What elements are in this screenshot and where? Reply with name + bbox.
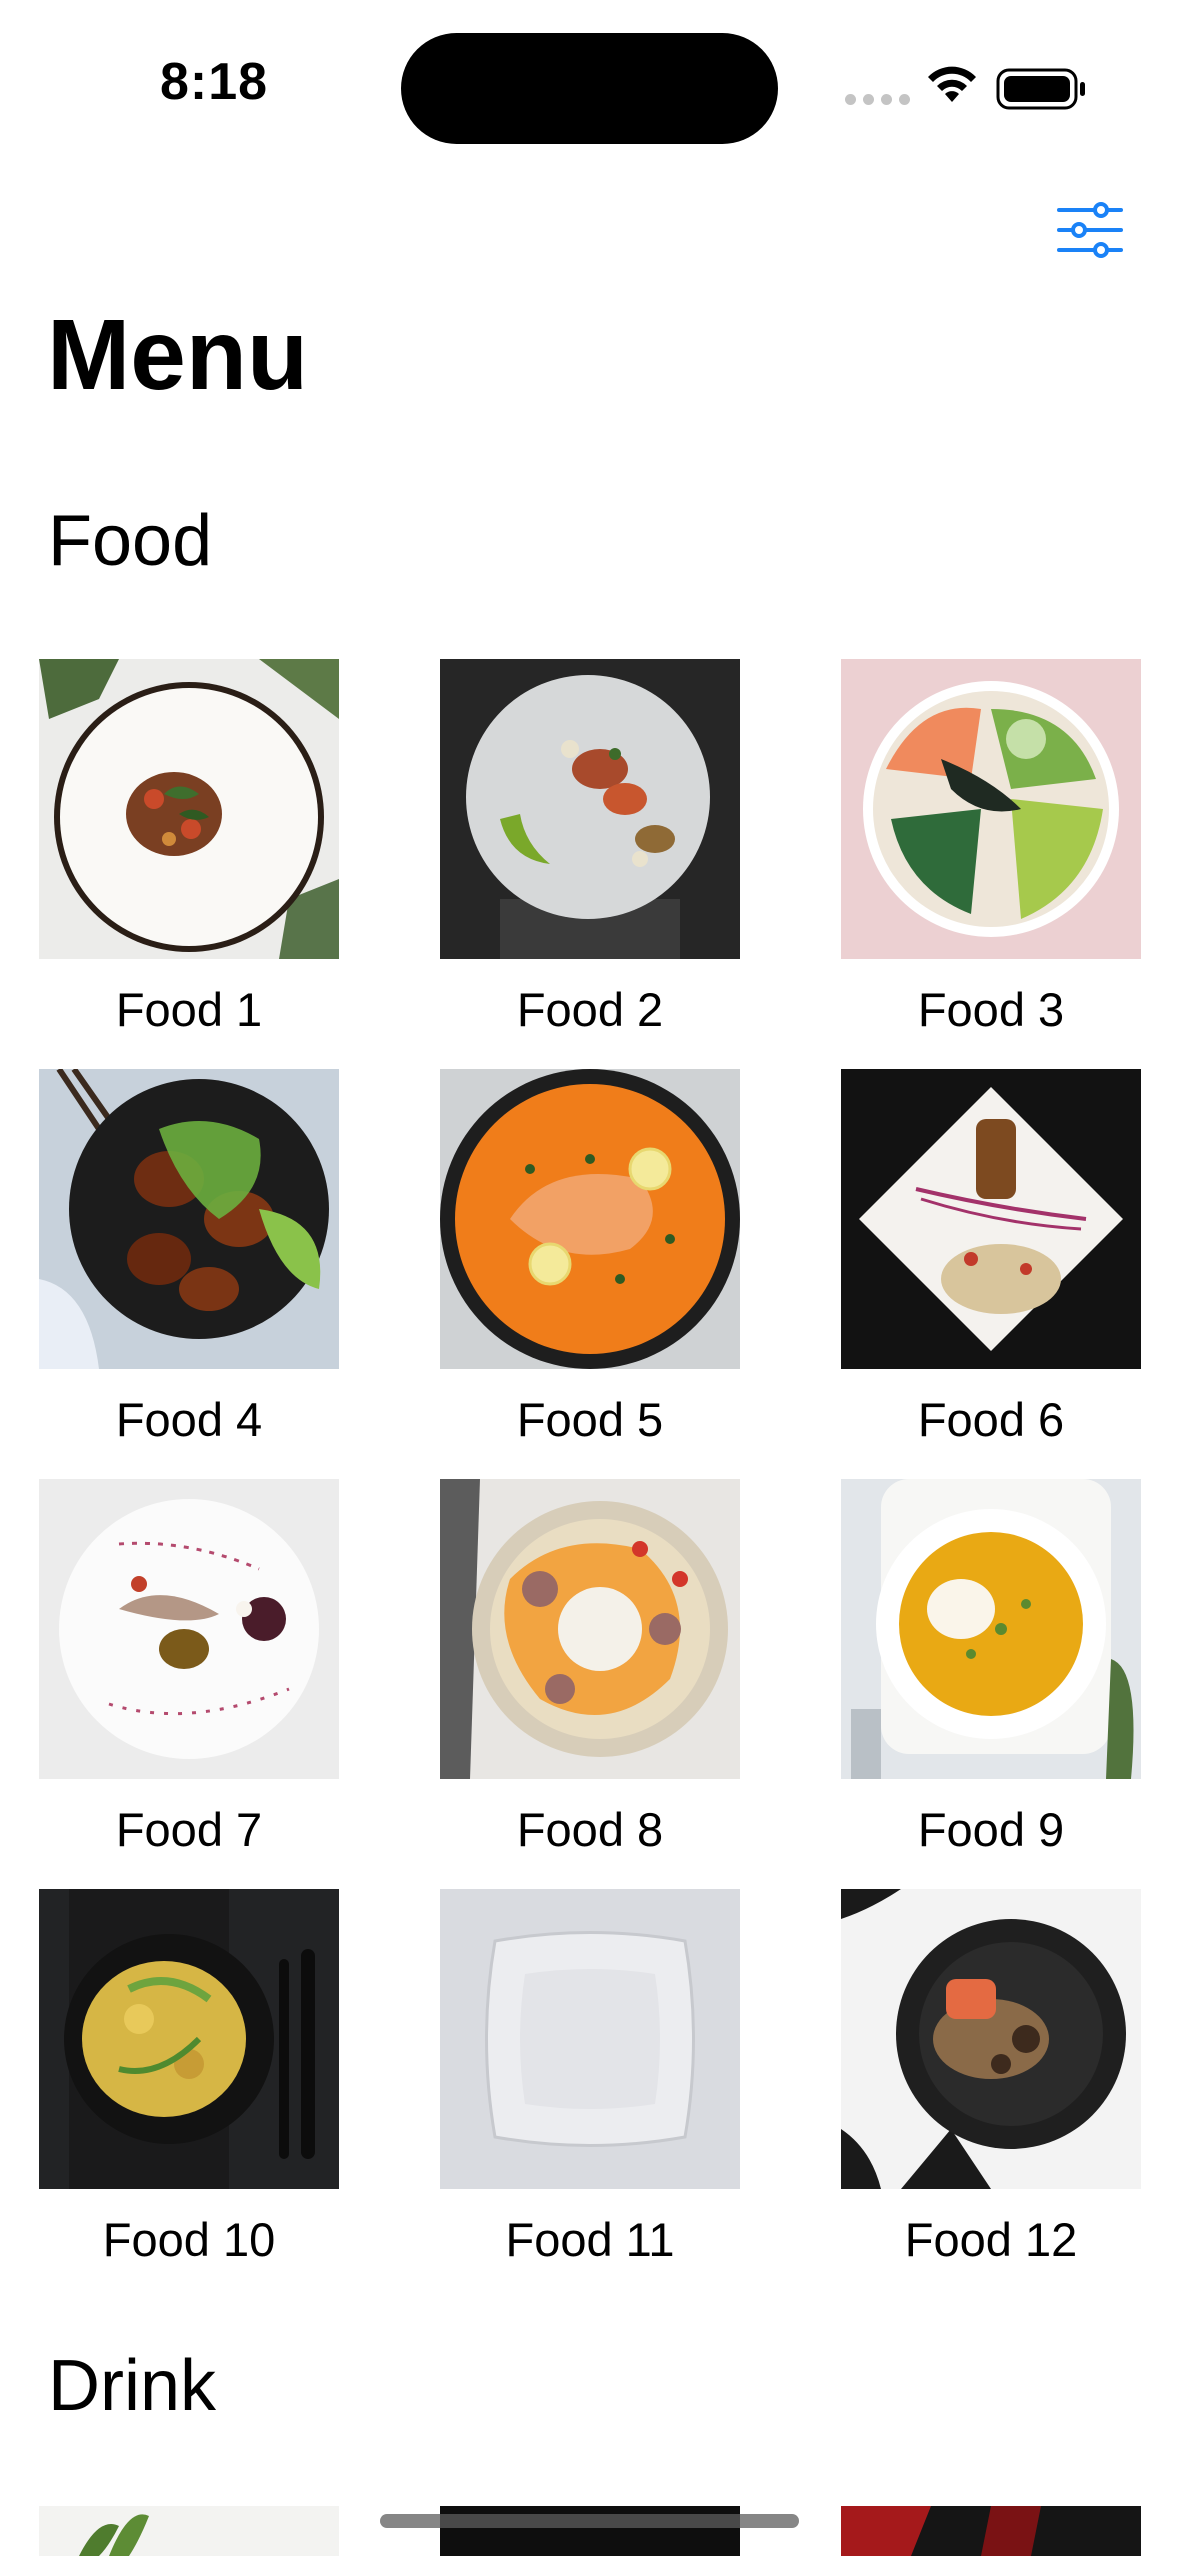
food-item[interactable]: Food 1 [39, 659, 339, 1069]
food-image [841, 1889, 1141, 2189]
slider-filter-icon [1057, 202, 1123, 258]
drink-image [39, 2506, 339, 2556]
battery-icon [996, 68, 1085, 110]
food-item[interactable]: Food 5 [440, 1069, 740, 1479]
filter-button[interactable] [1055, 200, 1125, 260]
food-item[interactable]: Food 11 [440, 1889, 740, 2299]
food-image [440, 1479, 740, 1779]
food-item-label: Food 2 [516, 983, 664, 1036]
food-item[interactable]: Food 7 [39, 1479, 339, 1889]
food-item-label: Food 10 [102, 2213, 276, 2266]
cellular-signal-icon [845, 94, 910, 105]
food-item-label: Food 5 [516, 1393, 664, 1446]
food-item-label: Food 6 [917, 1393, 1065, 1446]
food-item[interactable]: Food 9 [841, 1479, 1141, 1889]
drink-item[interactable] [39, 2506, 339, 2556]
food-item[interactable]: Food 4 [39, 1069, 339, 1479]
food-image [440, 1069, 740, 1369]
food-item[interactable]: Food 10 [39, 1889, 339, 2299]
food-item-label: Food 4 [115, 1393, 263, 1446]
food-item-label: Food 12 [904, 2213, 1078, 2266]
status-time: 8:18 [160, 53, 269, 111]
food-item-label: Food 9 [917, 1803, 1065, 1856]
food-image [841, 659, 1141, 959]
food-grid: Food 1 Food 2 Food 3 Food 4 Food 5 Food … [39, 659, 1142, 2299]
food-image [39, 1889, 339, 2189]
page-title: Menu [47, 299, 309, 411]
food-image [39, 1479, 339, 1779]
home-indicator[interactable] [380, 2514, 799, 2528]
food-item[interactable]: Food 2 [440, 659, 740, 1069]
food-image [440, 659, 740, 959]
section-title-drink: Drink [48, 2346, 217, 2426]
status-bar: 8:18 [0, 0, 1179, 180]
food-image [39, 659, 339, 959]
food-item[interactable]: Food 12 [841, 1889, 1141, 2299]
food-image [39, 1069, 339, 1369]
drink-image [841, 2506, 1141, 2556]
drink-item[interactable] [841, 2506, 1141, 2556]
section-title-food: Food [48, 501, 213, 581]
food-item[interactable]: Food 8 [440, 1479, 740, 1889]
food-image [440, 1889, 740, 2189]
food-image [841, 1479, 1141, 1779]
food-item-label: Food 7 [115, 1803, 263, 1856]
food-item-label: Food 3 [917, 983, 1065, 1036]
food-item-label: Food 1 [115, 983, 263, 1036]
food-item-label: Food 8 [516, 1803, 664, 1856]
food-image [841, 1069, 1141, 1369]
food-item[interactable]: Food 3 [841, 659, 1141, 1069]
food-item-label: Food 11 [505, 2213, 675, 2266]
food-item[interactable]: Food 6 [841, 1069, 1141, 1479]
wifi-icon [928, 66, 976, 102]
dynamic-island [401, 33, 778, 144]
